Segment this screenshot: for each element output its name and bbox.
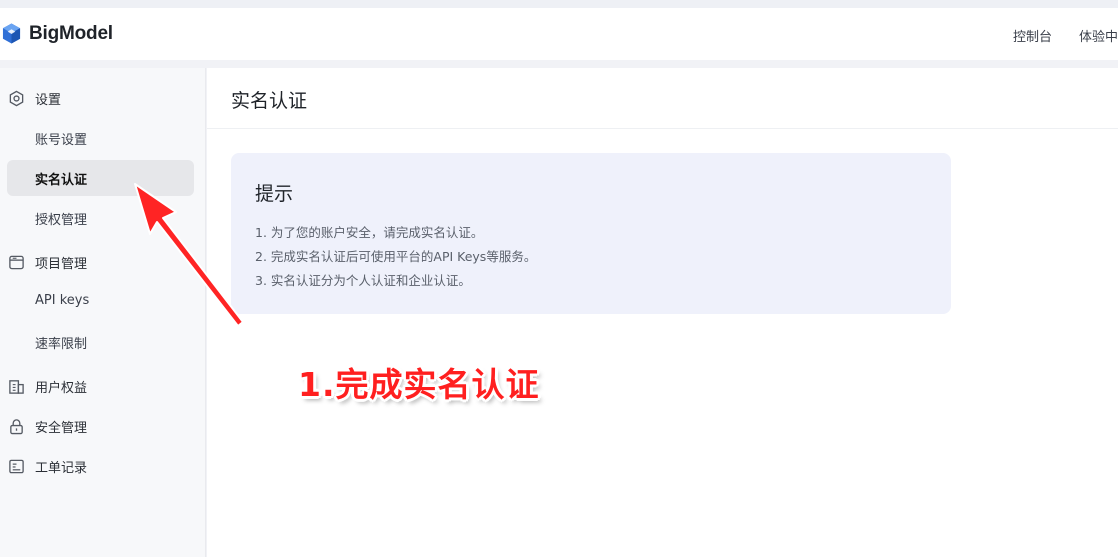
sidebar-group-project[interactable]: 项目管理 [0, 242, 206, 282]
ticket-icon [9, 459, 24, 474]
sidebar-item-label: 实名认证 [35, 173, 88, 188]
main-content: 实名认证 提示 1. 为了您的账户安全，请完成实名认证。 2. 完成实名认证后可… [207, 68, 1118, 557]
tip-line: 3. 实名认证分为个人认证和企业认证。 [255, 273, 471, 288]
sidebar-item-real-name-auth[interactable]: 实名认证 [7, 160, 194, 196]
bigmodel-logo-icon [2, 23, 21, 44]
tip-line: 1. 为了您的账户安全，请完成实名认证。 [255, 225, 484, 240]
sidebar-item-api-keys[interactable]: API keys [7, 284, 194, 320]
page-title: 实名认证 [231, 90, 308, 112]
annotation-label: 1.完成实名认证 [298, 365, 540, 404]
sidebar-group-user-rights[interactable]: 用户权益 [0, 366, 206, 406]
tip-line: 2. 完成实名认证后可使用平台的API Keys等服务。 [255, 249, 537, 264]
sidebar-item-rate-limit[interactable]: 速率限制 [7, 324, 194, 360]
sidebar-group-label: 安全管理 [35, 421, 88, 436]
sidebar-group-settings[interactable]: 设置 [0, 78, 206, 118]
building-icon [9, 380, 24, 394]
sidebar-group-label: 设置 [35, 93, 62, 108]
sidebar: 设置 账号设置 实名认证 授权管理 项目管理 API keys 速率限制 用户权… [0, 68, 206, 557]
top-header: BigModel 控制台 体验中 [0, 8, 1118, 60]
logo[interactable]: BigModel [2, 23, 113, 45]
sidebar-item-label: 授权管理 [35, 213, 88, 228]
lock-icon [10, 419, 23, 435]
sidebar-item-label: API keys [35, 293, 90, 308]
sidebar-group-label: 用户权益 [35, 381, 88, 396]
sidebar-item-label: 账号设置 [35, 133, 88, 148]
tip-box: 提示 1. 为了您的账户安全，请完成实名认证。 2. 完成实名认证后可使用平台的… [231, 153, 951, 314]
page-title-bar: 实名认证 [207, 68, 1118, 129]
sidebar-item-authorization[interactable]: 授权管理 [7, 200, 194, 236]
sidebar-group-label: 工单记录 [35, 461, 88, 476]
gear-icon [9, 90, 24, 107]
sidebar-group-security[interactable]: 安全管理 [0, 406, 206, 446]
sidebar-group-tickets[interactable]: 工单记录 [0, 446, 206, 486]
sidebar-item-account-settings[interactable]: 账号设置 [7, 120, 194, 156]
nav-experience-link[interactable]: 体验中 [1079, 26, 1118, 45]
top-strip [0, 0, 1118, 8]
nav-console-link[interactable]: 控制台 [1013, 26, 1052, 45]
logo-text: BigModel [29, 23, 113, 44]
window-icon [9, 255, 24, 270]
sidebar-item-label: 速率限制 [35, 337, 88, 352]
tip-title: 提示 [255, 183, 294, 205]
sidebar-group-label: 项目管理 [35, 257, 88, 272]
